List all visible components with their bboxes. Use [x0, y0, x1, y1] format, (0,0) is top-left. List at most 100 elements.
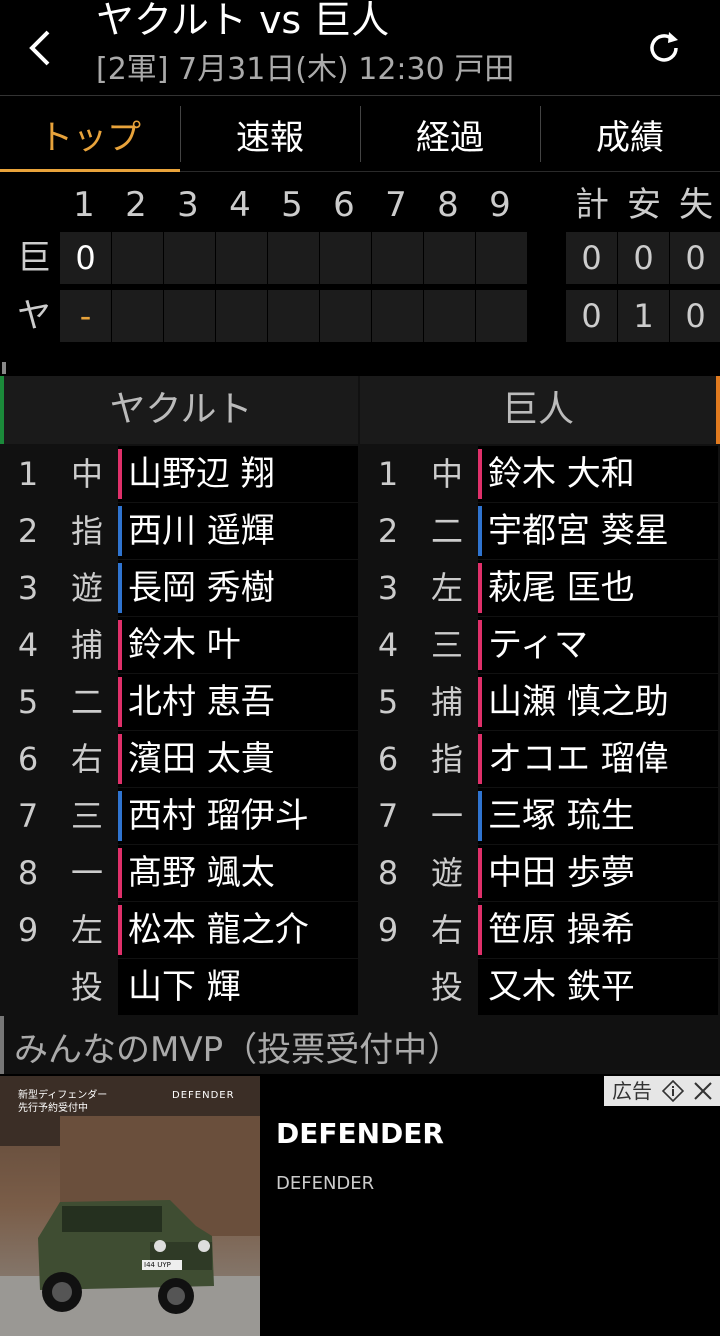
back-chevron-icon[interactable]	[22, 26, 58, 70]
close-icon[interactable]	[692, 1080, 714, 1102]
player-name[interactable]: 萩尾 匡也	[478, 560, 718, 616]
player-name[interactable]: オコエ 瑠偉	[478, 731, 718, 787]
player-name-text: 西村 瑠伊斗	[128, 796, 309, 836]
inning-score	[112, 290, 163, 342]
player-name[interactable]: 北村 恵吾	[118, 674, 358, 730]
batting-order	[0, 959, 56, 1015]
ad-image-brand: DEFENDER	[172, 1090, 235, 1101]
batting-order: 7	[0, 788, 56, 844]
bat-side-indicator	[118, 848, 122, 898]
position: 右	[418, 902, 476, 958]
bat-side-indicator	[118, 563, 122, 613]
player-name[interactable]: 笹原 操希	[478, 902, 718, 958]
inning-score	[424, 232, 475, 284]
tab-bar: トップ 速報 経過 成績	[0, 96, 720, 173]
ad-image[interactable]: 新型ディフェンダー 先行予約受付中 DEFENDER I44 UYP	[0, 1076, 260, 1336]
inning-score	[424, 290, 475, 342]
player-name[interactable]: 宇都宮 葵星	[478, 503, 718, 559]
position: 二	[58, 674, 116, 730]
batting-order: 4	[360, 617, 416, 673]
position: 指	[58, 503, 116, 559]
player-name[interactable]: 松本 龍之介	[118, 902, 358, 958]
player-name[interactable]: 西川 遥輝	[118, 503, 358, 559]
position: 投	[58, 959, 116, 1015]
batting-order: 2	[360, 503, 416, 559]
total-score: 0	[566, 232, 617, 284]
batting-order: 1	[0, 446, 56, 502]
batting-order: 3	[360, 560, 416, 616]
inning-score	[320, 290, 371, 342]
batting-order: 9	[0, 902, 56, 958]
inning-header: 3	[177, 185, 199, 225]
inning-score	[164, 232, 215, 284]
scoreboard-team: 巨	[17, 238, 51, 278]
tab-progress[interactable]: 経過	[360, 96, 540, 172]
info-icon[interactable]	[662, 1080, 684, 1102]
batting-order: 8	[360, 845, 416, 901]
tab-top[interactable]: トップ	[0, 96, 180, 173]
batting-order: 8	[0, 845, 56, 901]
position: 中	[58, 446, 116, 502]
ad-badge[interactable]: 広告	[604, 1076, 720, 1106]
position: 遊	[58, 560, 116, 616]
inning-score	[112, 232, 163, 284]
refresh-icon[interactable]	[644, 28, 684, 68]
lineup-team-away[interactable]: 巨人	[360, 376, 720, 444]
tab-live[interactable]: 速報	[180, 96, 360, 172]
player-name[interactable]: 濱田 太貴	[118, 731, 358, 787]
player-name[interactable]: 鈴木 叶	[118, 617, 358, 673]
position: 投	[418, 959, 476, 1015]
inning-header: 2	[125, 185, 147, 225]
player-name[interactable]: 山下 輝	[118, 959, 358, 1015]
mvp-vote-section[interactable]: みんなのMVP（投票受付中）	[0, 1016, 720, 1074]
batting-order	[360, 959, 416, 1015]
player-name[interactable]: 長岡 秀樹	[118, 560, 358, 616]
batting-order: 4	[0, 617, 56, 673]
player-name-text: 濱田 太貴	[128, 739, 275, 779]
player-name-text: 中田 歩夢	[488, 853, 635, 893]
player-name-text: 三塚 琉生	[488, 796, 635, 836]
bat-side-indicator	[478, 734, 482, 784]
position: 左	[418, 560, 476, 616]
position: 一	[418, 788, 476, 844]
player-name[interactable]: 三塚 琉生	[478, 788, 718, 844]
position: 指	[418, 731, 476, 787]
position: 遊	[418, 845, 476, 901]
player-name-text: 山瀬 慎之助	[488, 682, 669, 722]
player-name[interactable]: 又木 鉄平	[478, 959, 718, 1015]
total-score: 0	[618, 232, 669, 284]
bat-side-indicator	[478, 506, 482, 556]
player-name-text: 宇都宮 葵星	[488, 511, 669, 551]
game-info: [2軍] 7月31日(木) 12:30 戸田	[96, 52, 515, 87]
player-name[interactable]: 西村 瑠伊斗	[118, 788, 358, 844]
tab-stats[interactable]: 成績	[540, 96, 720, 172]
bat-side-indicator	[478, 962, 482, 1012]
app-header: ヤクルト vs 巨人 [2軍] 7月31日(木) 12:30 戸田	[0, 0, 720, 96]
position: 三	[418, 617, 476, 673]
batting-order: 2	[0, 503, 56, 559]
ad-image-text-2: 先行予約受付中	[18, 1103, 88, 1114]
scoreboard: 123456789計安失巨0000ヤ-010	[0, 172, 720, 360]
player-name[interactable]: 中田 歩夢	[478, 845, 718, 901]
batting-order: 7	[360, 788, 416, 844]
player-name[interactable]: 山野辺 翔	[118, 446, 358, 502]
lineup-team-home[interactable]: ヤクルト	[0, 376, 358, 444]
inning-score: -	[60, 290, 111, 342]
player-name[interactable]: 鈴木 大和	[478, 446, 718, 502]
player-name-text: 西川 遥輝	[128, 511, 275, 551]
ad-banner[interactable]: 新型ディフェンダー 先行予約受付中 DEFENDER I44 UYP DEFEN…	[0, 1076, 720, 1336]
lineup-table: ヤクルト 巨人 1 中山野辺 翔 2 指西川 遥輝 3 遊長岡 秀樹 4 捕鈴木 叶 5 二北村 …	[0, 376, 720, 1016]
inning-score	[268, 290, 319, 342]
ad-title[interactable]: DEFENDER	[276, 1116, 444, 1152]
ad-subtitle[interactable]: DEFENDER	[276, 1172, 374, 1196]
player-name-text: 髙野 颯太	[128, 853, 275, 893]
inning-score	[216, 290, 267, 342]
player-name[interactable]: 山瀬 慎之助	[478, 674, 718, 730]
inning-score	[372, 232, 423, 284]
page-title: ヤクルト vs 巨人	[96, 0, 390, 42]
player-name-text: 山下 輝	[128, 967, 241, 1007]
player-name[interactable]: 髙野 颯太	[118, 845, 358, 901]
player-name[interactable]: ティマ	[478, 617, 718, 673]
batting-order: 5	[0, 674, 56, 730]
batting-order: 9	[360, 902, 416, 958]
